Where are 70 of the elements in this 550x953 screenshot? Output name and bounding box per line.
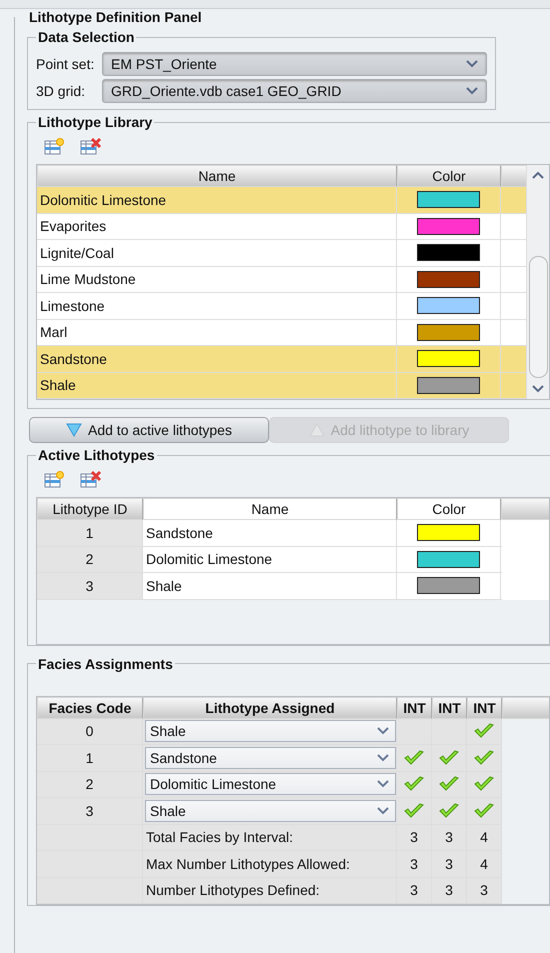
triangle-down-icon: [66, 423, 82, 437]
column-header[interactable]: Name: [143, 498, 397, 520]
header-filler: [502, 696, 549, 718]
dropdown[interactable]: Shale: [145, 720, 396, 742]
table-cell: Lime Mudstone: [37, 266, 397, 292]
add-row-icon[interactable]: [44, 138, 66, 156]
chevron-down-icon: [377, 727, 389, 736]
section-title: Lithotype Library: [37, 114, 154, 130]
check-icon: [439, 802, 459, 819]
table-row[interactable]: Limestone: [37, 293, 526, 320]
chevron-down-icon: [466, 87, 478, 95]
table-row[interactable]: Shale: [37, 372, 526, 399]
dropdown[interactable]: EM PST_Oriente: [102, 52, 487, 76]
check-icon: [474, 776, 494, 792]
field-label: Point set:: [36, 56, 96, 72]
section-title: Active Lithotypes: [37, 447, 156, 463]
check-icon: [439, 776, 459, 792]
table-row[interactable]: Dolomitic Limestone: [37, 187, 526, 214]
dropdown[interactable]: Dolomitic Limestone: [145, 773, 396, 796]
delete-row-icon[interactable]: [80, 138, 102, 156]
column-header[interactable]: Facies Code: [37, 696, 143, 718]
column-header[interactable]: Lithotype Assigned: [143, 696, 397, 718]
column-header[interactable]: Lithotype ID: [37, 498, 143, 520]
section-title: Facies Assignments: [37, 656, 174, 672]
delete-row-icon[interactable]: [80, 471, 102, 489]
column-header[interactable]: Color: [397, 165, 501, 187]
check-icon: [404, 776, 424, 792]
check-icon: [404, 802, 424, 819]
scroll-thumb[interactable]: [528, 256, 548, 378]
table-cell: Shale: [37, 372, 397, 398]
table-cell: 1: [37, 520, 143, 546]
section-title: Data Selection: [37, 29, 136, 45]
check-icon: [404, 750, 424, 766]
table-cell: Dolomitic Limestone: [37, 187, 397, 212]
check-icon: [474, 723, 494, 740]
dropdown[interactable]: Shale: [145, 800, 396, 822]
table-row[interactable]: Sandstone: [37, 346, 526, 372]
table-row[interactable]: Evaporites: [37, 214, 526, 240]
chevron-down-icon: [377, 806, 389, 815]
table-cell: Sandstone: [37, 346, 397, 372]
table-cell: Lignite/Coal: [37, 240, 397, 266]
check-icon: [474, 802, 494, 819]
column-header[interactable]: Color: [397, 498, 501, 520]
column-header[interactable]: INT: [467, 696, 502, 718]
scrollbar[interactable]: [526, 165, 549, 399]
table-row[interactable]: Lime Mudstone: [37, 266, 526, 293]
dropdown[interactable]: Sandstone: [145, 746, 396, 769]
check-icon: [474, 750, 494, 766]
table-cell: 3: [37, 573, 143, 598]
table-cell: Marl: [37, 320, 397, 345]
column-header[interactable]: INT: [432, 696, 467, 718]
table-row[interactable]: Lignite/Coal: [37, 240, 526, 266]
chevron-down-icon: [466, 60, 478, 68]
column-header[interactable]: INT: [397, 696, 432, 718]
chevron-down-icon: [377, 780, 389, 788]
check-icon: [439, 750, 459, 766]
chevron-down-icon[interactable]: [532, 385, 544, 393]
add-row-icon[interactable]: [44, 471, 66, 489]
table-cell: Limestone: [37, 293, 397, 318]
header-filler: [501, 165, 526, 187]
chevron-down-icon: [377, 754, 389, 762]
chevron-up-icon[interactable]: [532, 171, 544, 179]
column-header[interactable]: Name: [37, 165, 397, 187]
panel-title: Lithotype Definition Panel: [28, 9, 203, 25]
table-cell: Evaporites: [37, 214, 397, 239]
field-label: 3D grid:: [36, 83, 86, 99]
dropdown[interactable]: GRD_Oriente.vdb case1 GEO_GRID: [102, 79, 487, 103]
table-cell: 2: [37, 546, 143, 572]
action-button[interactable]: Add to active lithotypes: [29, 417, 269, 443]
summary-label: Total Facies by Interval:: [143, 824, 397, 850]
